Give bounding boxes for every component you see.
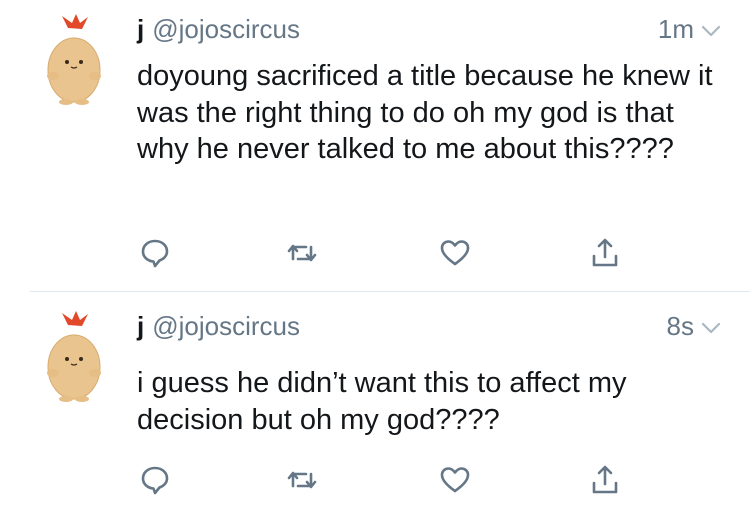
- display-name[interactable]: j: [137, 14, 144, 45]
- display-name[interactable]: j: [137, 311, 144, 342]
- retweet-button[interactable]: [284, 235, 320, 271]
- chevron-down-icon[interactable]: [700, 18, 722, 40]
- share-button[interactable]: [587, 235, 623, 271]
- timestamp: 1m: [657, 13, 694, 44]
- heart-icon: [440, 467, 470, 493]
- tweet-actions: [137, 462, 618, 498]
- timestamp: 8s: [666, 310, 694, 341]
- user-handle[interactable]: @jojoscircus: [152, 311, 300, 342]
- reply-button[interactable]: [137, 235, 173, 271]
- chevron-down-icon[interactable]: [700, 315, 722, 337]
- like-button[interactable]: [437, 235, 473, 271]
- tweet-actions: [137, 235, 618, 271]
- like-button[interactable]: [437, 462, 473, 498]
- avatar[interactable]: [28, 14, 120, 106]
- share-button[interactable]: [587, 462, 623, 498]
- retweet-icon: [287, 471, 317, 489]
- avatar[interactable]: [28, 311, 120, 403]
- share-icon: [592, 238, 618, 267]
- tweet[interactable]: j @jojoscircus 1m doyoung sacrificed a t…: [0, 0, 750, 291]
- tweet-header: j @jojoscircus 1m: [137, 14, 722, 44]
- tweet-text: i guess he didn’t want this to affect my…: [137, 367, 627, 436]
- user-handle[interactable]: @jojoscircus: [152, 14, 300, 45]
- tweet-header: j @jojoscircus 8s: [137, 311, 722, 341]
- retweet-button[interactable]: [284, 462, 320, 498]
- share-icon: [592, 465, 618, 494]
- reply-icon: [141, 466, 169, 495]
- heart-icon: [440, 240, 470, 266]
- tweet-text: doyoung sacrificed a title because he kn…: [137, 60, 713, 165]
- reply-icon: [141, 239, 169, 268]
- reply-button[interactable]: [137, 462, 173, 498]
- retweet-icon: [287, 244, 317, 262]
